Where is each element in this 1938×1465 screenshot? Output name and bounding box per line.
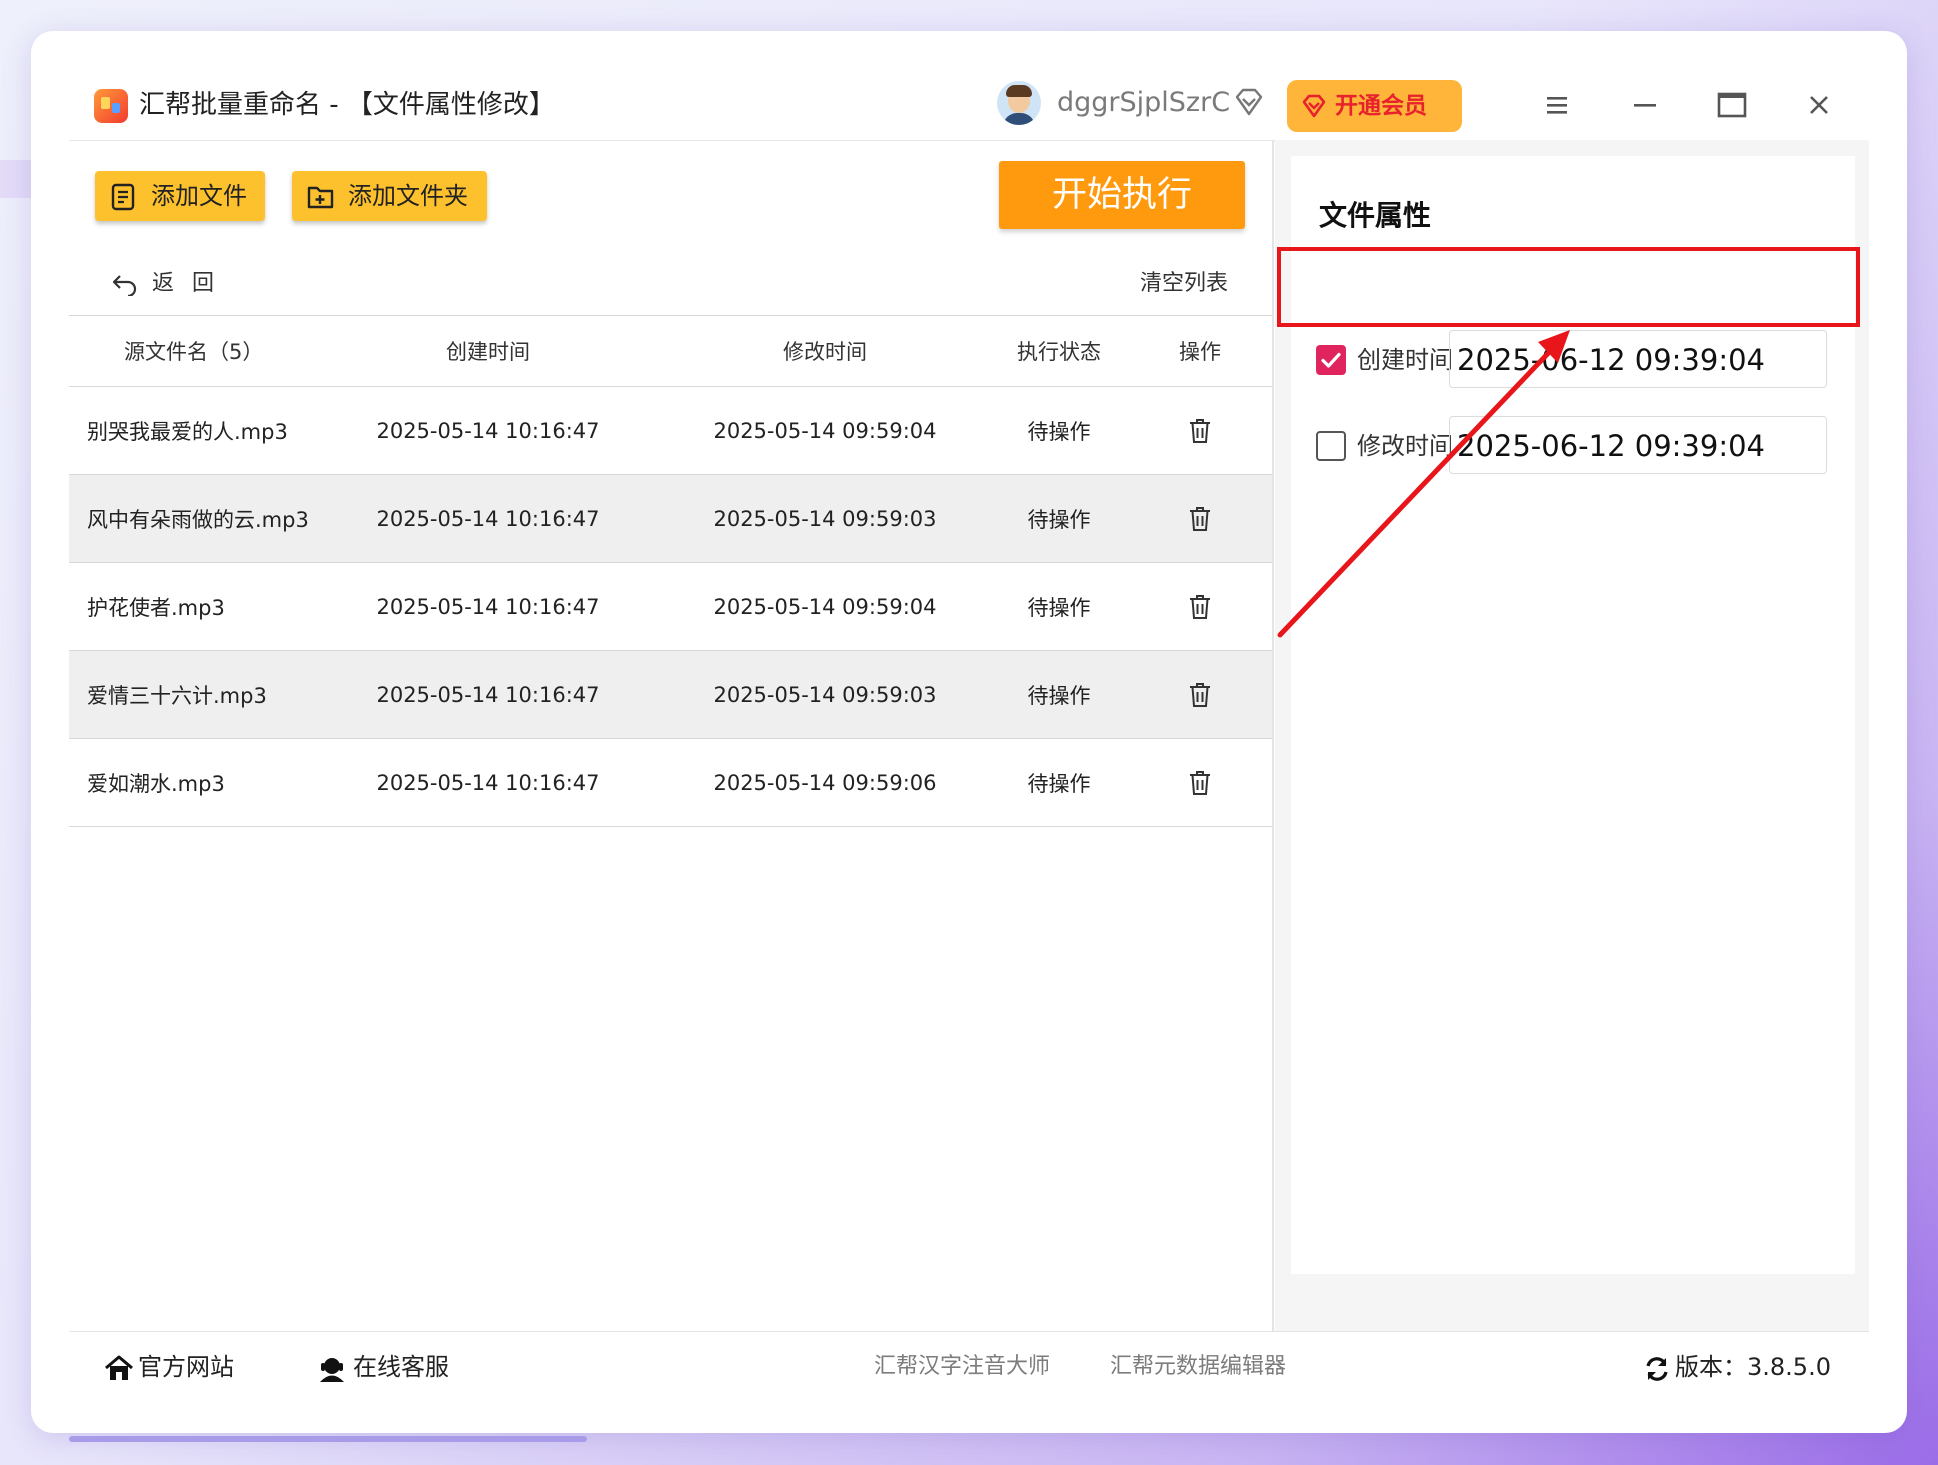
link-hanzi-pinyin[interactable]: 汇帮汉字注音大师 <box>874 1348 1050 1386</box>
table-row[interactable]: 护花使者.mp3 2025-05-14 10:16:47 2025-05-14 … <box>69 563 1273 651</box>
create-time-row: 创建时间 2025-06-12 09:39:04 <box>1291 330 1855 390</box>
avatar[interactable] <box>997 81 1041 125</box>
row-create-time: 2025-05-14 10:16:47 <box>376 418 600 443</box>
file-table: 源文件名（5） 创建时间 修改时间 执行状态 操作 别哭我最爱的人.mp3 20… <box>69 315 1273 827</box>
row-filename: 别哭我最爱的人.mp3 <box>87 419 288 444</box>
trash-icon <box>1190 418 1210 443</box>
header-modify-time: 修改时间 <box>783 340 867 364</box>
background-strip <box>0 160 31 198</box>
row-status: 待操作 <box>1027 595 1091 620</box>
vip-diamond-icon <box>1302 94 1326 118</box>
vip-button[interactable]: 开通会员 <box>1287 80 1462 132</box>
delete-button[interactable] <box>1159 651 1241 738</box>
website-link[interactable]: 官方网站 <box>104 1348 234 1386</box>
modify-time-checkbox[interactable] <box>1316 431 1346 461</box>
trash-icon <box>1190 682 1210 707</box>
support-label: 在线客服 <box>353 1353 449 1381</box>
add-file-label: 添加文件 <box>151 182 247 210</box>
menu-icon[interactable] <box>1539 87 1575 123</box>
add-folder-label: 添加文件夹 <box>348 182 468 210</box>
trash-icon <box>1190 594 1210 619</box>
header-operation: 操作 <box>1179 340 1221 364</box>
website-label: 官方网站 <box>138 1353 234 1381</box>
support-link[interactable]: 在线客服 <box>317 1348 449 1386</box>
modify-time-row: 修改时间 2025-06-12 09:39:04 <box>1291 416 1855 476</box>
vip-label: 开通会员 <box>1335 93 1427 119</box>
clear-list-button[interactable]: 清空列表 <box>1140 266 1228 302</box>
row-filename: 爱如潮水.mp3 <box>87 771 225 796</box>
create-time-input[interactable]: 2025-06-12 09:39:04 <box>1449 330 1827 388</box>
create-time-label: 创建时间 <box>1357 346 1453 374</box>
panel-divider <box>1272 140 1274 1331</box>
row-filename: 护花使者.mp3 <box>87 595 225 620</box>
version-info: 版本：3.8.5.0 <box>1643 1348 1831 1386</box>
table-row[interactable]: 爱情三十六计.mp3 2025-05-14 10:16:47 2025-05-1… <box>69 651 1273 739</box>
close-icon[interactable] <box>1801 87 1837 123</box>
version-label: 版本：3.8.5.0 <box>1675 1353 1831 1381</box>
create-time-checkbox[interactable] <box>1316 345 1346 375</box>
header-create-time: 创建时间 <box>446 340 530 364</box>
modify-time-label: 修改时间 <box>1357 432 1453 460</box>
refresh-icon <box>1646 1357 1668 1381</box>
username[interactable]: dggrSjplSzrC <box>1057 84 1230 122</box>
row-modify-time: 2025-05-14 09:59:06 <box>713 770 937 795</box>
delete-button[interactable] <box>1159 563 1241 650</box>
window-title: 汇帮批量重命名 - 【文件属性修改】 <box>139 90 555 120</box>
checkmark-icon <box>1321 352 1341 368</box>
diamond-icon <box>1235 88 1263 116</box>
maximize-icon[interactable] <box>1714 87 1750 123</box>
horizontal-scrollbar[interactable] <box>69 1436 587 1442</box>
headset-icon <box>320 1358 344 1382</box>
row-create-time: 2025-05-14 10:16:47 <box>376 506 600 531</box>
modify-time-input[interactable]: 2025-06-12 09:39:04 <box>1449 416 1827 474</box>
highlight-box <box>1277 247 1860 327</box>
app-root: 汇帮批量重命名 - 【文件属性修改】 dggrSjplSzrC 开通会员 添加文… <box>69 70 1869 1402</box>
trash-icon <box>1190 506 1210 531</box>
row-create-time: 2025-05-14 10:16:47 <box>376 594 600 619</box>
add-folder-icon <box>307 186 334 209</box>
title-bar: 汇帮批量重命名 - 【文件属性修改】 dggrSjplSzrC 开通会员 <box>69 70 1869 141</box>
link-metadata-editor[interactable]: 汇帮元数据编辑器 <box>1110 1348 1286 1386</box>
delete-button[interactable] <box>1159 739 1241 826</box>
home-icon <box>105 1355 133 1380</box>
row-create-time: 2025-05-14 10:16:47 <box>376 770 600 795</box>
footer: 官方网站 在线客服 汇帮汉字注音大师 汇帮元数据编辑器 版本：3.8.5.0 <box>69 1331 1869 1403</box>
row-filename: 风中有朵雨做的云.mp3 <box>87 507 309 532</box>
row-status: 待操作 <box>1027 419 1091 444</box>
row-modify-time: 2025-05-14 09:59:04 <box>713 594 937 619</box>
row-create-time: 2025-05-14 10:16:47 <box>376 682 600 707</box>
row-status: 待操作 <box>1027 683 1091 708</box>
table-row[interactable]: 风中有朵雨做的云.mp3 2025-05-14 10:16:47 2025-05… <box>69 475 1273 563</box>
table-row[interactable]: 别哭我最爱的人.mp3 2025-05-14 10:16:47 2025-05-… <box>69 387 1273 475</box>
delete-button[interactable] <box>1159 475 1241 562</box>
app-logo-icon <box>94 89 128 123</box>
row-modify-time: 2025-05-14 09:59:03 <box>713 506 937 531</box>
panel-title: 文件属性 <box>1319 199 1432 232</box>
back-label: 返回 <box>152 271 233 296</box>
delete-button[interactable] <box>1159 387 1241 474</box>
row-filename: 爱情三十六计.mp3 <box>87 683 267 708</box>
header-status: 执行状态 <box>1017 340 1101 364</box>
row-status: 待操作 <box>1027 507 1091 532</box>
row-modify-time: 2025-05-14 09:59:04 <box>713 418 937 443</box>
table-header: 源文件名（5） 创建时间 修改时间 执行状态 操作 <box>69 315 1273 387</box>
trash-icon <box>1190 770 1210 795</box>
row-modify-time: 2025-05-14 09:59:03 <box>713 682 937 707</box>
header-name: 源文件名（5） <box>124 340 264 364</box>
minimize-icon[interactable] <box>1627 87 1663 123</box>
add-file-button[interactable]: 添加文件 <box>95 171 265 221</box>
back-arrow-icon <box>112 275 137 296</box>
row-status: 待操作 <box>1027 771 1091 796</box>
start-button[interactable]: 开始执行 <box>999 161 1245 229</box>
add-folder-button[interactable]: 添加文件夹 <box>292 171 487 221</box>
table-row[interactable]: 爱如潮水.mp3 2025-05-14 10:16:47 2025-05-14 … <box>69 739 1273 827</box>
file-icon <box>111 183 135 211</box>
